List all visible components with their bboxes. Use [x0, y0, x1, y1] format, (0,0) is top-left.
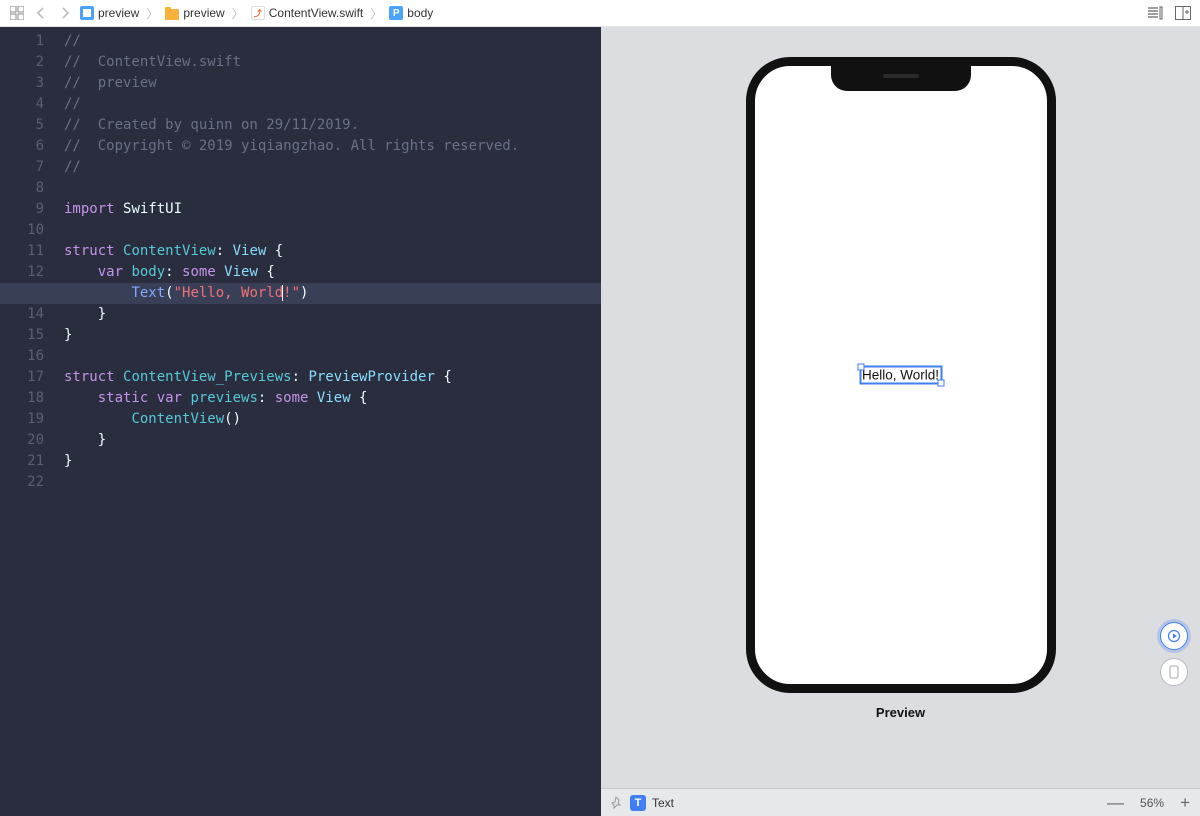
- preview-selected-text[interactable]: Hello, World!: [859, 366, 942, 385]
- related-items-icon[interactable]: [8, 4, 26, 22]
- line-number: 19: [0, 409, 58, 430]
- code-line[interactable]: }: [58, 325, 601, 346]
- line-number: 9: [0, 199, 58, 220]
- code-line[interactable]: // ContentView.swift: [58, 52, 601, 73]
- breadcrumb-separator: 〉: [145, 5, 159, 22]
- zoom-in-button[interactable]: +: [1180, 793, 1190, 813]
- device-frame[interactable]: Hello, World!: [746, 57, 1056, 693]
- breadcrumb-bar: preview 〉 preview 〉 ⤴ ContentView.swift …: [0, 0, 1200, 27]
- code-line[interactable]: ContentView(): [58, 409, 601, 430]
- preview-canvas: Hello, World! Preview T Text — 56% +: [601, 27, 1200, 816]
- line-number: 5: [0, 115, 58, 136]
- line-number: 18: [0, 388, 58, 409]
- line-number: 1: [0, 31, 58, 52]
- line-number: 12: [0, 262, 58, 283]
- swift-file-icon: ⤴: [251, 6, 265, 20]
- line-number: 3: [0, 73, 58, 94]
- property-icon: P: [389, 6, 403, 20]
- code-line[interactable]: var body: some View {: [58, 262, 601, 283]
- preview-device-settings-button[interactable]: [1160, 658, 1188, 686]
- element-type-label: Text: [652, 796, 674, 810]
- code-line[interactable]: }: [58, 451, 601, 472]
- line-number: 14: [0, 304, 58, 325]
- breadcrumb-file-label: ContentView.swift: [269, 6, 364, 20]
- line-number: 20: [0, 430, 58, 451]
- code-line[interactable]: //: [58, 94, 601, 115]
- zoom-level: 56%: [1140, 796, 1164, 810]
- folder-icon: [165, 9, 179, 20]
- breadcrumb-separator: 〉: [369, 5, 383, 22]
- code-line[interactable]: //: [58, 157, 601, 178]
- line-number: 8: [0, 178, 58, 199]
- code-line[interactable]: struct ContentView_Previews: PreviewProv…: [58, 367, 601, 388]
- breadcrumb-project[interactable]: preview: [80, 6, 139, 20]
- code-line[interactable]: // Created by quinn on 29/11/2019.: [58, 115, 601, 136]
- code-line[interactable]: [58, 220, 601, 241]
- preview-bottom-bar: T Text — 56% +: [601, 788, 1200, 816]
- code-line[interactable]: }: [58, 304, 601, 325]
- breadcrumb-symbol-label: body: [407, 6, 433, 20]
- project-icon: [80, 6, 94, 20]
- minimap-toggle-icon[interactable]: [1146, 4, 1164, 22]
- code-line[interactable]: //: [58, 31, 601, 52]
- line-number: 21: [0, 451, 58, 472]
- line-number: 6: [0, 136, 58, 157]
- line-number: 22: [0, 472, 58, 493]
- element-type-icon: T: [630, 795, 646, 811]
- line-number: 4: [0, 94, 58, 115]
- line-number: 17: [0, 367, 58, 388]
- pin-icon[interactable]: [611, 796, 624, 809]
- line-number: 10: [0, 220, 58, 241]
- code-line[interactable]: [58, 472, 601, 493]
- breadcrumb-project-label: preview: [98, 6, 139, 20]
- code-line[interactable]: import SwiftUI: [58, 199, 601, 220]
- code-line[interactable]: [58, 346, 601, 367]
- breadcrumb-folder-label: preview: [183, 6, 224, 20]
- code-line[interactable]: static var previews: some View {: [58, 388, 601, 409]
- breadcrumb-separator: 〉: [231, 5, 245, 22]
- code-line[interactable]: Text("Hello, World!"): [0, 283, 601, 304]
- line-number: 16: [0, 346, 58, 367]
- code-line[interactable]: [58, 178, 601, 199]
- code-line[interactable]: // preview: [58, 73, 601, 94]
- line-number-gutter: 12345678910111213141516171819202122: [0, 27, 58, 816]
- code-line[interactable]: struct ContentView: View {: [58, 241, 601, 262]
- line-number: 7: [0, 157, 58, 178]
- breadcrumb-folder[interactable]: preview: [165, 6, 224, 20]
- breadcrumb-symbol[interactable]: P body: [389, 6, 433, 20]
- preview-label: Preview: [876, 705, 925, 720]
- forward-icon[interactable]: [56, 4, 74, 22]
- code-editor[interactable]: 12345678910111213141516171819202122 ////…: [0, 27, 601, 816]
- device-notch: [831, 65, 971, 91]
- assistant-editor-icon[interactable]: [1174, 4, 1192, 22]
- live-preview-play-button[interactable]: [1160, 622, 1188, 650]
- back-icon[interactable]: [32, 4, 50, 22]
- breadcrumb-file[interactable]: ⤴ ContentView.swift: [251, 6, 364, 20]
- code-area[interactable]: //// ContentView.swift// preview//// Cre…: [58, 27, 601, 816]
- line-number: 2: [0, 52, 58, 73]
- line-number: 15: [0, 325, 58, 346]
- code-line[interactable]: }: [58, 430, 601, 451]
- zoom-out-button[interactable]: —: [1107, 793, 1124, 813]
- line-number: 11: [0, 241, 58, 262]
- code-line[interactable]: // Copyright © 2019 yiqiangzhao. All rig…: [58, 136, 601, 157]
